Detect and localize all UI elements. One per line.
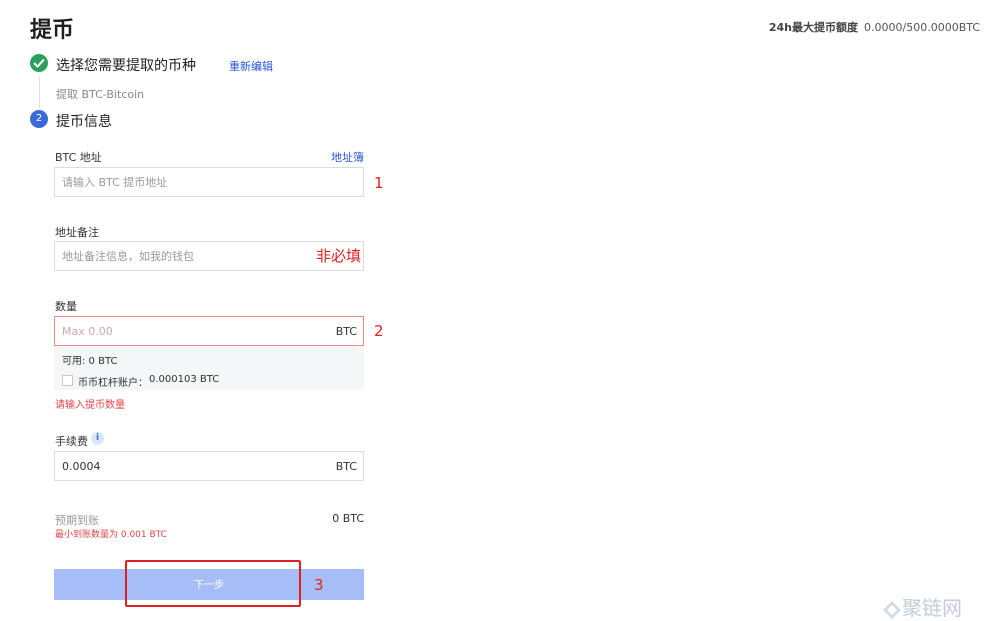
minimum-arrival-note: 最小到账数量为 0.001 BTC — [55, 530, 167, 540]
remark-input[interactable] — [62, 242, 312, 270]
annotation-3: 3 — [314, 576, 324, 594]
address-book-link[interactable]: 地址簿 — [320, 149, 364, 165]
annotation-2: 2 — [374, 322, 384, 340]
margin-account-label: 币币杠杆账户： — [78, 378, 148, 389]
withdraw-limit: 24h最大提币额度 0.0000/500.0000BTC — [769, 19, 980, 35]
fee-unit: BTC — [335, 460, 357, 473]
limit-value: 0.0000/500.0000BTC — [864, 21, 980, 34]
check-circle-icon — [30, 54, 48, 72]
amount-unit: BTC — [335, 325, 357, 338]
amount-input[interactable] — [62, 317, 312, 345]
step2-title: 提币信息 — [56, 114, 112, 130]
watermark: 聚链网 — [882, 592, 962, 621]
available-balance: 可用: 0 BTC — [62, 356, 118, 367]
step1-title: 选择您需要提取的币种 — [56, 58, 196, 74]
step1-selected-coin: 提取 BTC-Bitcoin — [56, 88, 145, 101]
margin-account-value: 0.000103 BTC — [149, 374, 220, 385]
info-icon[interactable]: i — [91, 432, 104, 445]
annotation-optional: 非必填 — [316, 247, 362, 265]
amount-field[interactable]: BTC — [54, 316, 364, 346]
margin-account-checkbox[interactable] — [62, 375, 73, 386]
fee-value: 0.0004 — [62, 460, 101, 473]
page-title: 提币 — [30, 18, 75, 43]
address-input[interactable] — [62, 168, 312, 196]
watermark-text: 聚链网 — [902, 596, 962, 620]
annotation-highlight-box — [125, 560, 301, 607]
step-connector — [39, 76, 40, 108]
watermark-logo-icon — [883, 600, 901, 619]
annotation-1: 1 — [374, 174, 384, 192]
address-field[interactable] — [54, 167, 364, 197]
reedit-link[interactable]: 重新编辑 — [229, 58, 273, 74]
step2-number-badge: 2 — [30, 110, 48, 128]
fee-label: 手续费 — [55, 435, 88, 448]
limit-label: 24h最大提币额度 — [768, 21, 859, 34]
expected-arrival-value: 0 BTC — [332, 512, 364, 525]
remark-label: 地址备注 — [55, 226, 99, 239]
fee-field: 0.0004 BTC — [54, 451, 364, 481]
expected-arrival-label: 预期到账 — [55, 514, 99, 527]
address-label: BTC 地址 — [55, 151, 102, 164]
amount-error-message: 请输入提币数量 — [55, 400, 125, 411]
amount-label: 数量 — [55, 300, 77, 313]
